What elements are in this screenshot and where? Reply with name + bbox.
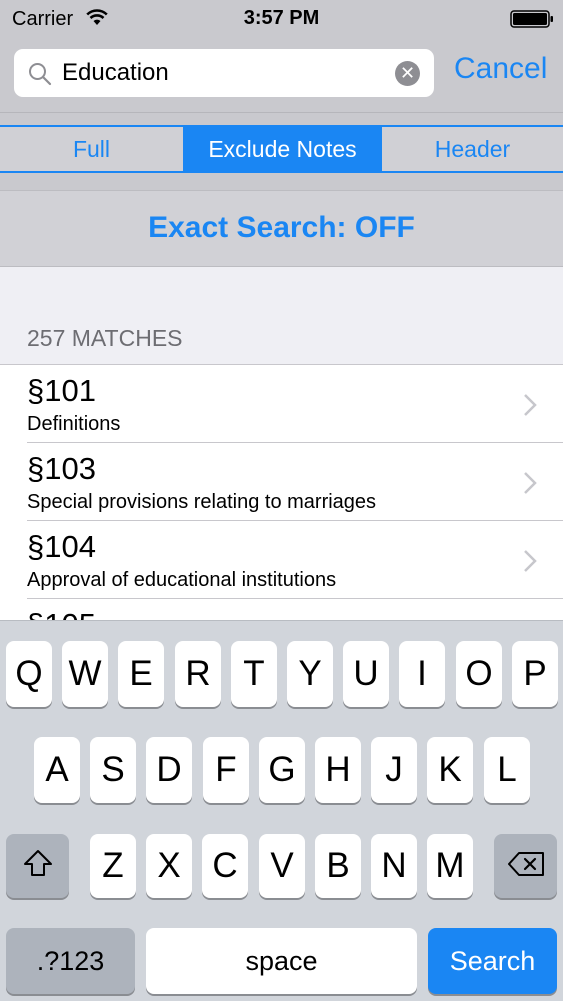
search-key[interactable]: Search [428,928,557,994]
search-header: ✕ Cancel [0,36,563,112]
key-j[interactable]: J [371,737,417,803]
section-title: Approval of educational institutions [27,569,337,591]
key-a[interactable]: A [34,737,80,803]
key-t[interactable]: T [231,641,277,707]
results-list: §101 Definitions §103 Special provisions… [0,364,563,621]
key-k[interactable]: K [427,737,473,803]
key-h[interactable]: H [315,737,361,803]
segment-label: Header [434,135,511,162]
search-icon [28,62,52,91]
key-l[interactable]: L [484,737,530,803]
shift-key[interactable] [6,834,69,898]
key-z[interactable]: Z [90,834,136,898]
key-e[interactable]: E [118,641,164,707]
key-m[interactable]: M [427,834,473,898]
key-o[interactable]: O [456,641,502,707]
delete-key[interactable] [494,834,557,898]
key-y[interactable]: Y [287,641,333,707]
section-title: Special provisions relating to marriages [27,491,377,513]
segment-exclude-notes[interactable]: Exclude Notes [183,127,381,171]
section-number: §105 [27,607,96,621]
cancel-button[interactable]: Cancel [454,52,547,86]
status-bar: Carrier 3:57 PM [0,0,563,36]
key-i[interactable]: I [399,641,445,707]
section-number: §103 [27,451,96,486]
shift-icon [23,846,53,886]
result-row[interactable]: §105 [27,599,563,621]
key-q[interactable]: Q [6,641,52,707]
scope-segmented-control: Full Exclude Notes Header [0,125,563,173]
segment-label: Full [72,135,111,162]
battery-icon [510,10,554,33]
segment-full[interactable]: Full [0,127,183,171]
exact-search-toggle[interactable]: Exact Search: OFF [0,190,563,267]
key-u[interactable]: U [343,641,389,707]
key-p[interactable]: P [512,641,558,707]
search-input[interactable] [62,56,382,90]
clear-icon[interactable]: ✕ [395,61,420,86]
key-s[interactable]: S [90,737,136,803]
segment-header[interactable]: Header [381,127,563,171]
result-row[interactable]: §103 Special provisions relating to marr… [27,443,563,521]
key-w[interactable]: W [62,641,108,707]
key-x[interactable]: X [146,834,192,898]
backspace-icon [507,846,545,886]
key-r[interactable]: R [175,641,221,707]
key-n[interactable]: N [371,834,417,898]
matches-count: 257 MATCHES [27,325,183,351]
chevron-right-icon [523,393,537,422]
keyboard: .?123 space Search QWERTYUIOP ASDFGHJKL ZX… [0,620,563,1001]
key-v[interactable]: V [259,834,305,898]
chevron-right-icon [523,471,537,500]
search-field[interactable]: ✕ [14,49,434,97]
section-title: Definitions [27,413,121,435]
exact-search-label: Exact Search: OFF [148,211,415,244]
clock: 3:57 PM [243,7,320,29]
segment-label: Exclude Notes [208,135,357,162]
chevron-right-icon [523,549,537,578]
space-key[interactable]: space [146,928,417,994]
section-number: §101 [27,373,96,408]
numbers-key[interactable]: .?123 [6,928,135,994]
key-b[interactable]: B [315,834,361,898]
result-row[interactable]: §101 Definitions [27,365,563,443]
key-f[interactable]: F [203,737,249,803]
scope-bar: Full Exclude Notes Header [0,112,563,191]
key-d[interactable]: D [146,737,192,803]
key-g[interactable]: G [259,737,305,803]
section-number: §104 [27,529,96,564]
result-row[interactable]: §104 Approval of educational institution… [27,521,563,599]
key-c[interactable]: C [202,834,248,898]
